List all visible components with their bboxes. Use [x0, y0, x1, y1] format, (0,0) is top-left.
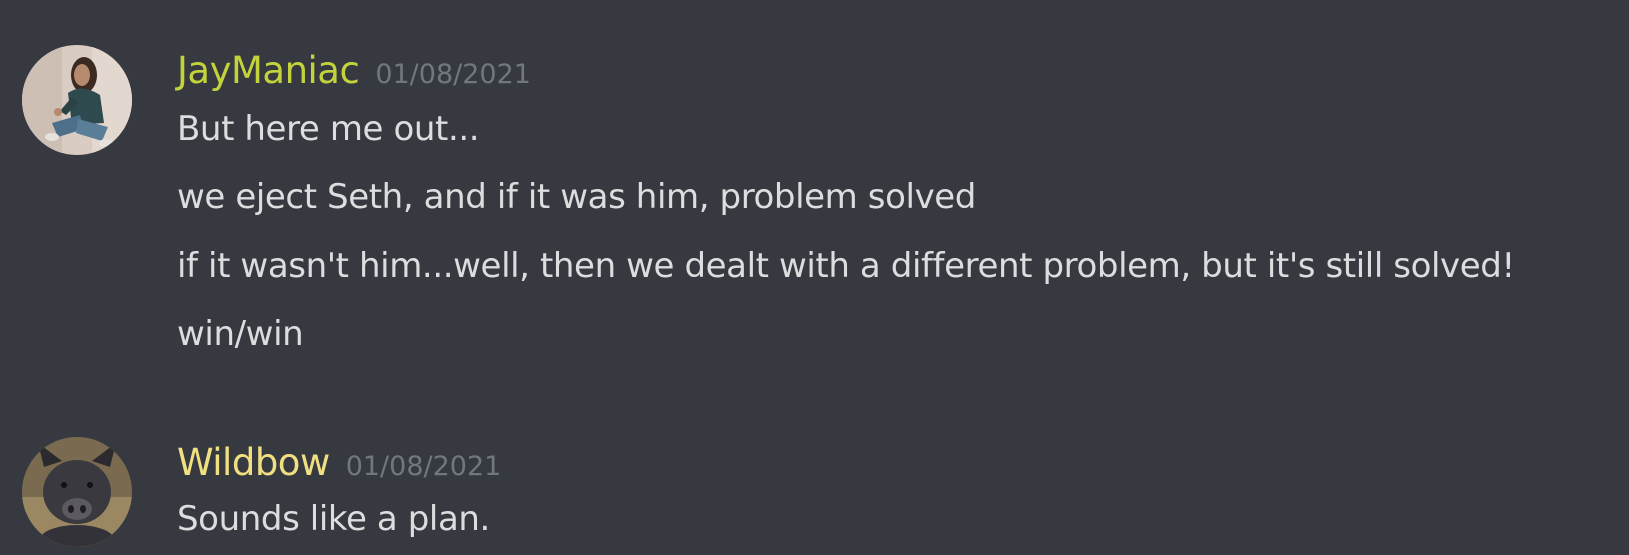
timestamp: 01/08/2021 [345, 451, 502, 482]
message-header: JayManiac 01/08/2021 [177, 49, 531, 100]
woman-avatar-icon [22, 45, 132, 155]
message-text: if it wasn't him...well, then we dealt w… [177, 246, 1515, 286]
message-text: But here me out... [177, 109, 480, 149]
message-header: Wildbow 01/08/2021 [177, 441, 501, 492]
message-text: we eject Seth, and if it was him, proble… [177, 177, 976, 217]
message-text: Sounds like a plan. [177, 499, 490, 539]
username[interactable]: Wildbow [177, 441, 330, 484]
pig-avatar-icon [22, 437, 132, 547]
chat-message-list: JayManiac 01/08/2021 But here me out... w… [0, 0, 1629, 555]
message-text: win/win [177, 314, 304, 354]
username[interactable]: JayManiac [177, 49, 360, 92]
user-avatar-icon[interactable] [22, 437, 132, 547]
user-avatar-icon[interactable] [22, 45, 132, 155]
timestamp: 01/08/2021 [375, 59, 531, 90]
